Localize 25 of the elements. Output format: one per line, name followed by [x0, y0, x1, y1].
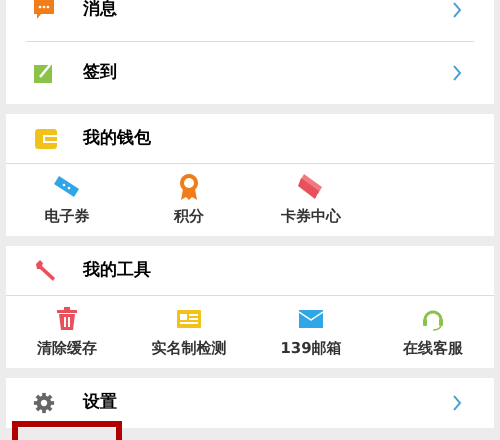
- settings-label: 设置: [83, 391, 117, 414]
- settings-row[interactable]: 设置: [6, 378, 494, 428]
- shortcut-item[interactable]: 卡券中心: [250, 164, 372, 236]
- shortcut-item[interactable]: 电子券: [6, 164, 128, 236]
- envelope-icon: [299, 310, 323, 328]
- trash-icon: [56, 306, 78, 331]
- chevron-right-icon: [452, 2, 462, 18]
- id-card-icon: [177, 310, 201, 328]
- section-title: 我的工具: [83, 258, 151, 282]
- shortcut-item[interactable]: 实名制检测: [128, 296, 250, 368]
- menu-row[interactable]: 签到: [26, 41, 474, 104]
- shortcut-item[interactable]: 139邮箱: [250, 296, 372, 368]
- section-title: 我的钱包: [83, 126, 151, 150]
- chevron-right-icon: [452, 395, 462, 411]
- gear-icon: [33, 391, 55, 415]
- chevron-right-icon: [452, 65, 462, 81]
- menu-label: 签到: [83, 61, 117, 84]
- shortcut-item[interactable]: 在线客服: [372, 296, 494, 368]
- shortcut-item[interactable]: 清除缓存: [6, 296, 128, 368]
- pencil-square-icon: [33, 62, 55, 84]
- ticket-icon: [53, 174, 81, 200]
- shortcut-item[interactable]: 积分: [128, 164, 250, 236]
- wallet-icon: [35, 128, 57, 148]
- cards-icon: [298, 172, 324, 201]
- medal-icon: [178, 172, 200, 201]
